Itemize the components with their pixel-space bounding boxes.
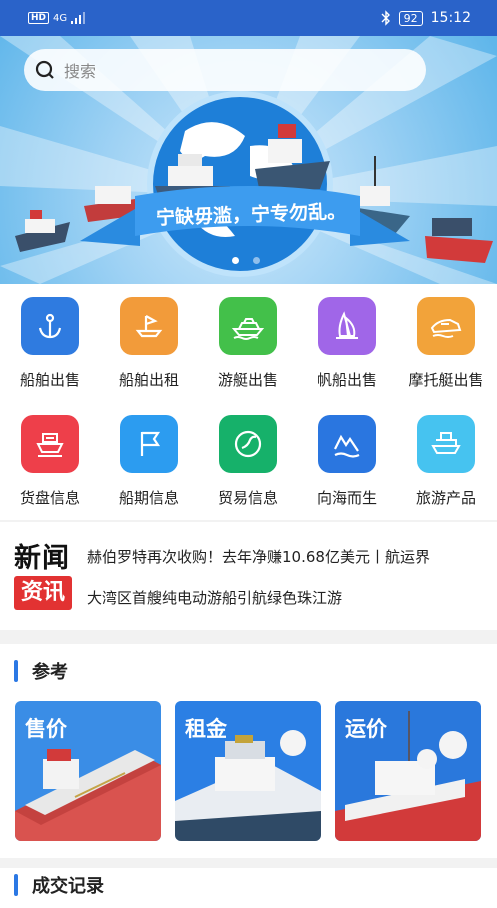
section-accent-bar [14,660,18,682]
wave-icon [318,415,376,473]
section-title: 成交记录 [32,876,104,897]
section-title: 参考 [32,662,68,683]
sail-icon [318,297,376,355]
news-section: 新闻 资讯 赫伯罗特再次收购！去年净赚10.68亿美元丨航运界 大湾区首艘纯电动… [0,522,497,630]
anchor-icon [21,297,79,355]
status-bar: HD 4G 92 15:12 [0,0,497,36]
grid-item-schedule-info[interactable]: 船期信息 [99,415,199,508]
category-grid: 船舶出售 船舶出租 游艇出售 帆船出售 摩托艇出售 货盘信息 船期信息 贸易信息… [0,284,497,520]
card-title: 租金 [185,717,227,741]
reference-card-rent[interactable]: 租金 [175,701,321,841]
grid-item-ship-rent[interactable]: 船舶出租 [99,297,199,390]
search-input[interactable]: 搜索 [64,58,96,82]
grid-item-jetski-sale[interactable]: 摩托艇出售 [396,297,496,390]
section-header: 参考 [14,658,68,684]
yacht-icon [219,297,277,355]
grid-label: 旅游产品 [415,489,476,507]
grid-label: 游艇出售 [217,371,278,389]
signal-icon [71,12,86,24]
sailboat-icon [120,297,178,355]
bluetooth-icon [381,10,390,26]
globe-icon [219,415,277,473]
cargo-ship-icon [21,415,79,473]
grid-label: 摩托艇出售 [408,371,484,389]
grid-item-cargo-info[interactable]: 货盘信息 [0,415,100,508]
grid-label: 船舶出租 [118,371,179,389]
grid-label: 贸易信息 [217,489,278,507]
news-item[interactable]: 大湾区首艘纯电动游船引航绿色珠江游 [87,587,342,608]
card-title: 售价 [25,717,67,741]
grid-item-ocean[interactable]: 向海而生 [297,415,397,508]
grid-label: 货盘信息 [19,489,80,507]
card-title: 运价 [345,717,387,741]
battery-indicator: 92 [398,10,423,26]
grid-item-ship-sale[interactable]: 船舶出售 [0,297,100,390]
grid-label: 帆船出售 [316,371,377,389]
grid-label: 向海而生 [316,489,377,507]
network-indicator: 4G [53,12,68,24]
banner-carousel[interactable]: 宁缺毋滥，宁专勿乱。 搜索 [0,36,497,284]
section-header: 成交记录 [14,872,104,898]
deal-records-section: 成交记录 [0,868,497,908]
news-badge: 资讯 [14,576,72,610]
reference-card-price[interactable]: 售价 [15,701,161,841]
carousel-dot-active[interactable] [232,257,239,264]
travel-ship-icon [417,415,475,473]
reference-card-freight[interactable]: 运价 [335,701,481,841]
carousel-dot[interactable] [253,257,260,264]
jetski-icon [417,297,475,355]
news-title: 新闻 [14,543,70,574]
grid-label: 船期信息 [118,489,179,507]
grid-item-yacht-sale[interactable]: 游艇出售 [198,297,298,390]
grid-label: 船舶出售 [19,371,80,389]
grid-item-travel[interactable]: 旅游产品 [396,415,496,508]
reference-section: 参考 售价 租金 运价 [0,644,497,858]
grid-item-trade-info[interactable]: 贸易信息 [198,415,298,508]
carousel-indicator [232,257,260,264]
search-bar[interactable]: 搜索 [24,49,426,91]
search-icon [35,60,54,79]
section-accent-bar [14,874,18,896]
flag-icon [120,415,178,473]
news-item[interactable]: 赫伯罗特再次收购！去年净赚10.68亿美元丨航运界 [87,546,430,567]
clock: 15:12 [430,10,471,26]
grid-item-sailboat-sale[interactable]: 帆船出售 [297,297,397,390]
hd-indicator: HD [28,12,50,24]
